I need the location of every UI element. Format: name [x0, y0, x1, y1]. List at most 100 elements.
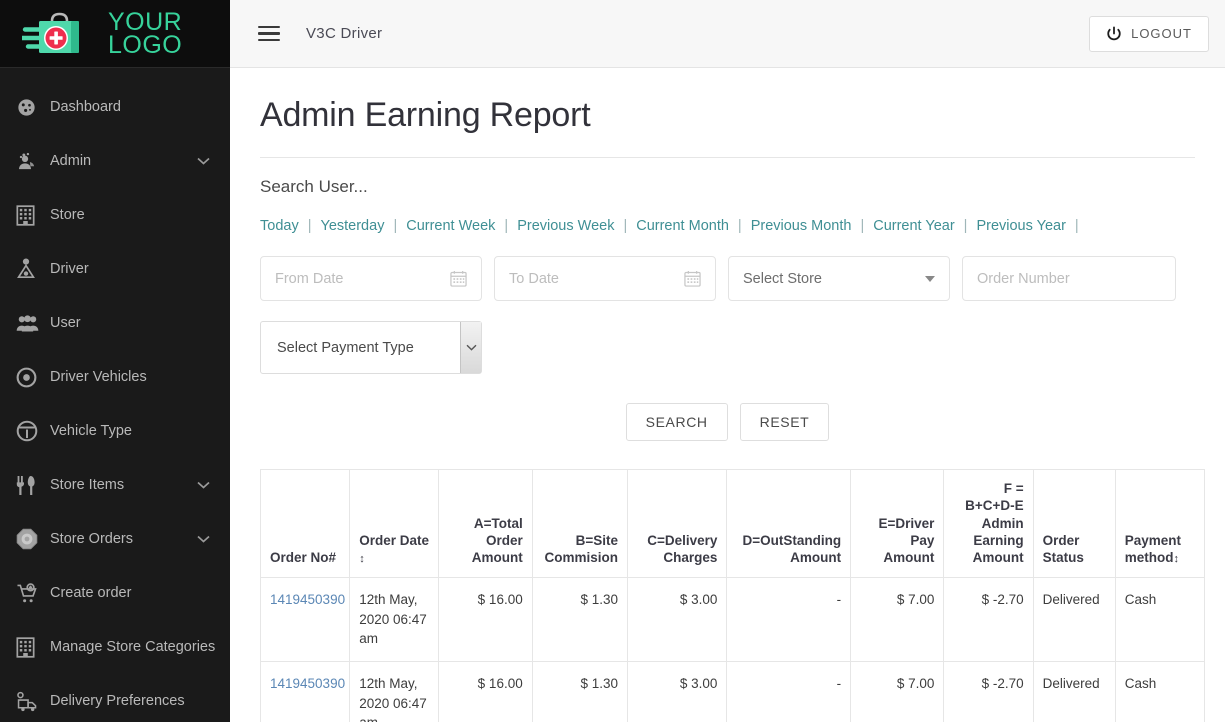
- cell-order-date: 12th May, 2020 06:47 am: [349, 661, 440, 722]
- sidebar-item-store-items[interactable]: Store Items: [0, 458, 230, 512]
- quick-filter-current-month[interactable]: Current Month: [636, 218, 729, 234]
- quick-filter-current-week[interactable]: Current Week: [406, 218, 495, 234]
- separator: |: [963, 218, 968, 234]
- order-number-field[interactable]: Order Number: [962, 256, 1176, 301]
- reset-button[interactable]: RESET: [739, 403, 830, 441]
- sidebar-item-manage-store-categories[interactable]: Manage Store Categories: [0, 620, 230, 674]
- cell-driver-pay-amount: $ 7.00: [850, 661, 945, 722]
- separator: |: [860, 218, 865, 234]
- quick-filter-current-year[interactable]: Current Year: [873, 218, 954, 234]
- th-payment-method[interactable]: Payment method↕: [1114, 468, 1206, 579]
- sidebar-item-label: Store: [50, 207, 85, 223]
- table-body: 1419450390 12th May, 2020 06:47 am $ 16.…: [259, 577, 1206, 722]
- quick-date-filters: Today | Yesterday | Current Week | Previous We…: [260, 218, 1195, 234]
- page-content: Admin Earning Report Search User... Toda…: [230, 68, 1225, 722]
- cell-payment-method: Cash: [1114, 661, 1206, 722]
- sidebar-item-label: Dashboard: [50, 99, 121, 115]
- filter-row-secondary: Select Payment Type: [260, 321, 1195, 374]
- sidebar-item-label: Driver: [50, 261, 89, 277]
- th-order-no: Order No#: [259, 468, 351, 579]
- page-title: Admin Earning Report: [260, 96, 1195, 158]
- select-store-dropdown[interactable]: Select Store: [728, 256, 950, 301]
- cell-outstanding-amount: -: [726, 661, 852, 722]
- app-root: YOUR LOGO Dashboard Admin Store Driver U…: [0, 0, 1225, 722]
- separator: |: [307, 218, 312, 234]
- cell-site-commision: $ 1.30: [531, 661, 629, 722]
- sort-icon[interactable]: ↕: [359, 552, 365, 566]
- chevron-down-icon: [197, 153, 210, 169]
- sidebar-item-store[interactable]: Store: [0, 188, 230, 242]
- sidebar-item-delivery-preferences[interactable]: Delivery Preferences: [0, 674, 230, 722]
- sidebar-item-user[interactable]: User: [0, 296, 230, 350]
- chevron-down-icon: [925, 275, 935, 282]
- cell-delivery-charges: $ 3.00: [627, 661, 728, 722]
- sort-icon[interactable]: ↕: [1173, 552, 1179, 566]
- separator: |: [393, 218, 398, 234]
- quick-filter-yesterday[interactable]: Yesterday: [320, 218, 384, 234]
- truck-gear-icon: [16, 691, 50, 712]
- store-building-icon: [16, 636, 50, 658]
- cell-total-order-amount: $ 16.00: [438, 577, 533, 663]
- sidebar-item-label: Manage Store Categories: [50, 639, 216, 655]
- sidebar: YOUR LOGO Dashboard Admin Store Driver U…: [0, 0, 230, 722]
- from-date-field[interactable]: From Date: [260, 256, 482, 301]
- sidebar-item-store-orders[interactable]: Store Orders: [0, 512, 230, 566]
- sidebar-nav: Dashboard Admin Store Driver User Driver…: [0, 68, 230, 722]
- sidebar-item-dashboard[interactable]: Dashboard: [0, 80, 230, 134]
- quick-filter-today[interactable]: Today: [260, 218, 299, 234]
- th-order-date[interactable]: Order Date ↕: [349, 468, 440, 579]
- table-header-row: Order No# Order Date ↕ A=Total Order Amou…: [259, 468, 1206, 579]
- th-delivery-charges: C=Delivery Charges: [627, 468, 728, 579]
- sidebar-item-driver-vehicles[interactable]: Driver Vehicles: [0, 350, 230, 404]
- logo-mark-icon: [19, 11, 100, 57]
- sidebar-item-label: Admin: [50, 153, 92, 169]
- cart-plus-icon: [16, 582, 50, 604]
- select-store-value: Select Store: [743, 270, 822, 287]
- quick-filter-previous-year[interactable]: Previous Year: [976, 218, 1065, 234]
- search-button[interactable]: SEARCH: [625, 403, 728, 441]
- cutlery-icon: [16, 475, 50, 496]
- th-order-status: Order Status: [1032, 468, 1116, 579]
- table-head: Order No# Order Date ↕ A=Total Order Amou…: [259, 468, 1206, 579]
- logout-button[interactable]: LOGOUT: [1089, 15, 1209, 52]
- cell-order-status: Delivered: [1032, 661, 1116, 722]
- hamburger-icon[interactable]: [258, 22, 280, 46]
- payment-type-select[interactable]: Select Payment Type: [260, 321, 482, 374]
- separator: |: [504, 218, 509, 234]
- store-building-icon: [16, 204, 50, 226]
- cell-order-no: 1419450390: [259, 577, 351, 663]
- sidebar-item-driver[interactable]: Driver: [0, 242, 230, 296]
- th-driver-pay-amount: E=Driver Pay Amount: [850, 468, 945, 579]
- order-no-link[interactable]: 1419450390: [270, 676, 345, 691]
- cell-payment-method: Cash: [1114, 577, 1206, 663]
- chevron-down-icon[interactable]: [460, 322, 481, 373]
- power-icon: [1106, 25, 1122, 42]
- cell-admin-earning-amount: $ -2.70: [943, 577, 1034, 663]
- cell-outstanding-amount: -: [726, 577, 852, 663]
- from-date-placeholder: From Date: [275, 270, 344, 287]
- calendar-icon[interactable]: [450, 270, 467, 287]
- th-order-date-label: Order Date: [359, 532, 429, 548]
- to-date-field[interactable]: To Date: [494, 256, 716, 301]
- to-date-placeholder: To Date: [509, 270, 559, 287]
- cell-total-order-amount: $ 16.00: [438, 661, 533, 722]
- th-outstanding-amount: D=OutStanding Amount: [726, 468, 852, 579]
- cell-order-date: 12th May, 2020 06:47 am: [349, 577, 440, 663]
- sidebar-item-label: Store Orders: [50, 531, 133, 547]
- logo[interactable]: YOUR LOGO: [0, 0, 230, 68]
- sidebar-item-vehicle-type[interactable]: Vehicle Type: [0, 404, 230, 458]
- main-area: V3C Driver LOGOUT Admin Earning Report S…: [230, 0, 1225, 722]
- calendar-icon[interactable]: [684, 270, 701, 287]
- logout-label: LOGOUT: [1131, 26, 1192, 41]
- th-admin-earning-amount: F = B+C+D-E Admin Earning Amount: [943, 468, 1034, 579]
- quick-filter-previous-month[interactable]: Previous Month: [751, 218, 852, 234]
- cell-order-no: 1419450390: [259, 661, 351, 722]
- sidebar-item-create-order[interactable]: Create order: [0, 566, 230, 620]
- target-circle-icon: [16, 367, 50, 388]
- filter-actions: SEARCH RESET: [260, 403, 1195, 441]
- quick-filter-previous-week[interactable]: Previous Week: [517, 218, 614, 234]
- separator: |: [737, 218, 742, 234]
- table-row: 1419450390 12th May, 2020 06:47 am $ 16.…: [259, 661, 1206, 722]
- order-no-link[interactable]: 1419450390: [270, 592, 345, 607]
- sidebar-item-admin[interactable]: Admin: [0, 134, 230, 188]
